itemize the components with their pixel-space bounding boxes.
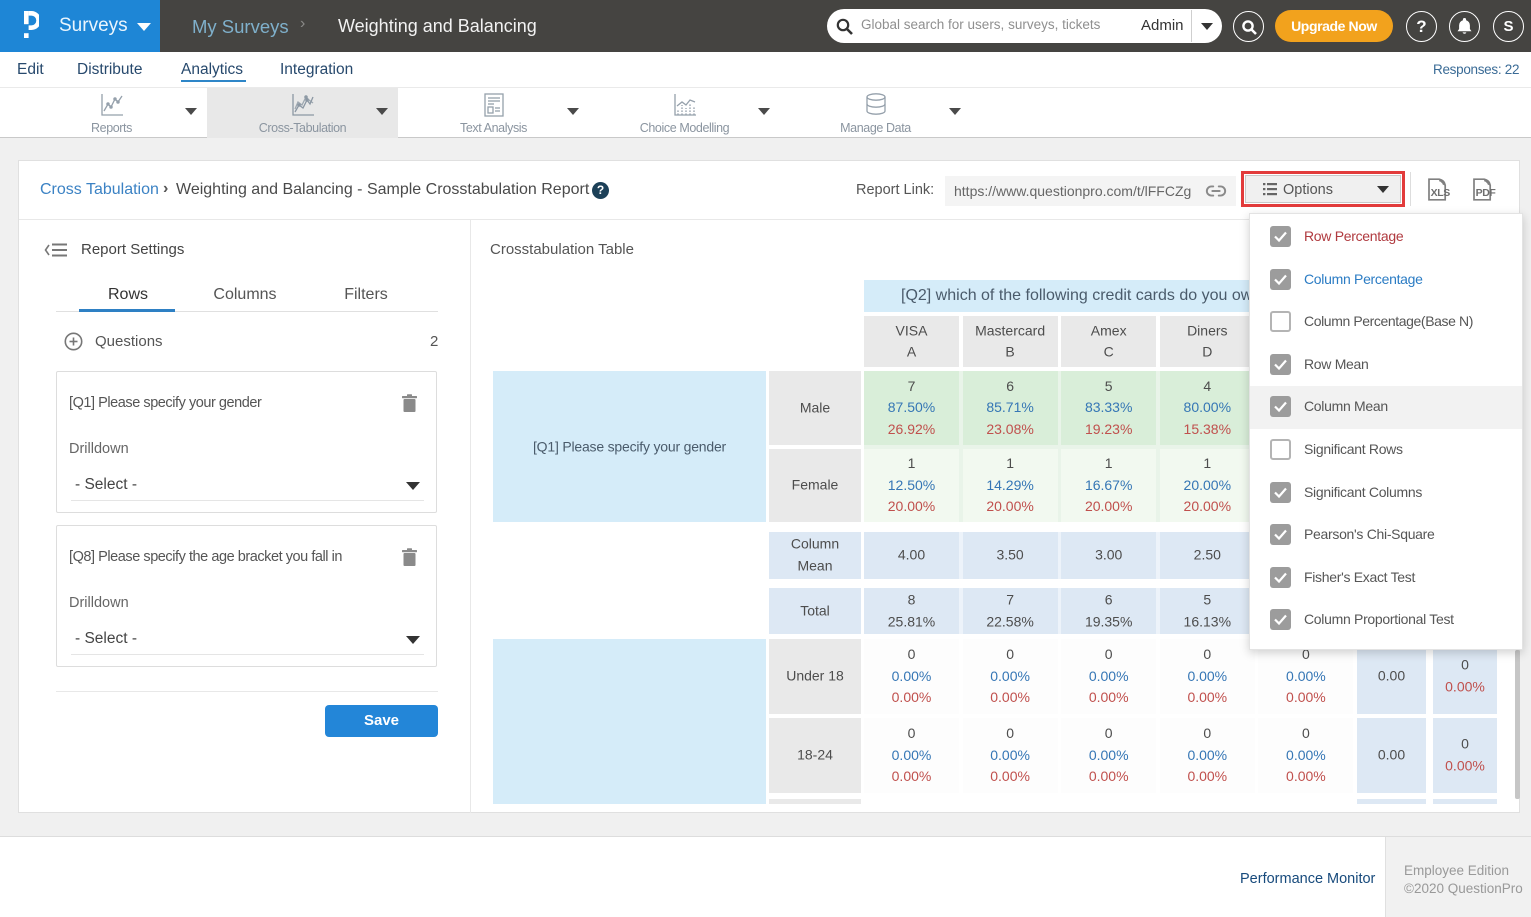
svg-text:PDF: PDF [1476,187,1497,199]
svg-text:XLS: XLS [1431,187,1451,199]
